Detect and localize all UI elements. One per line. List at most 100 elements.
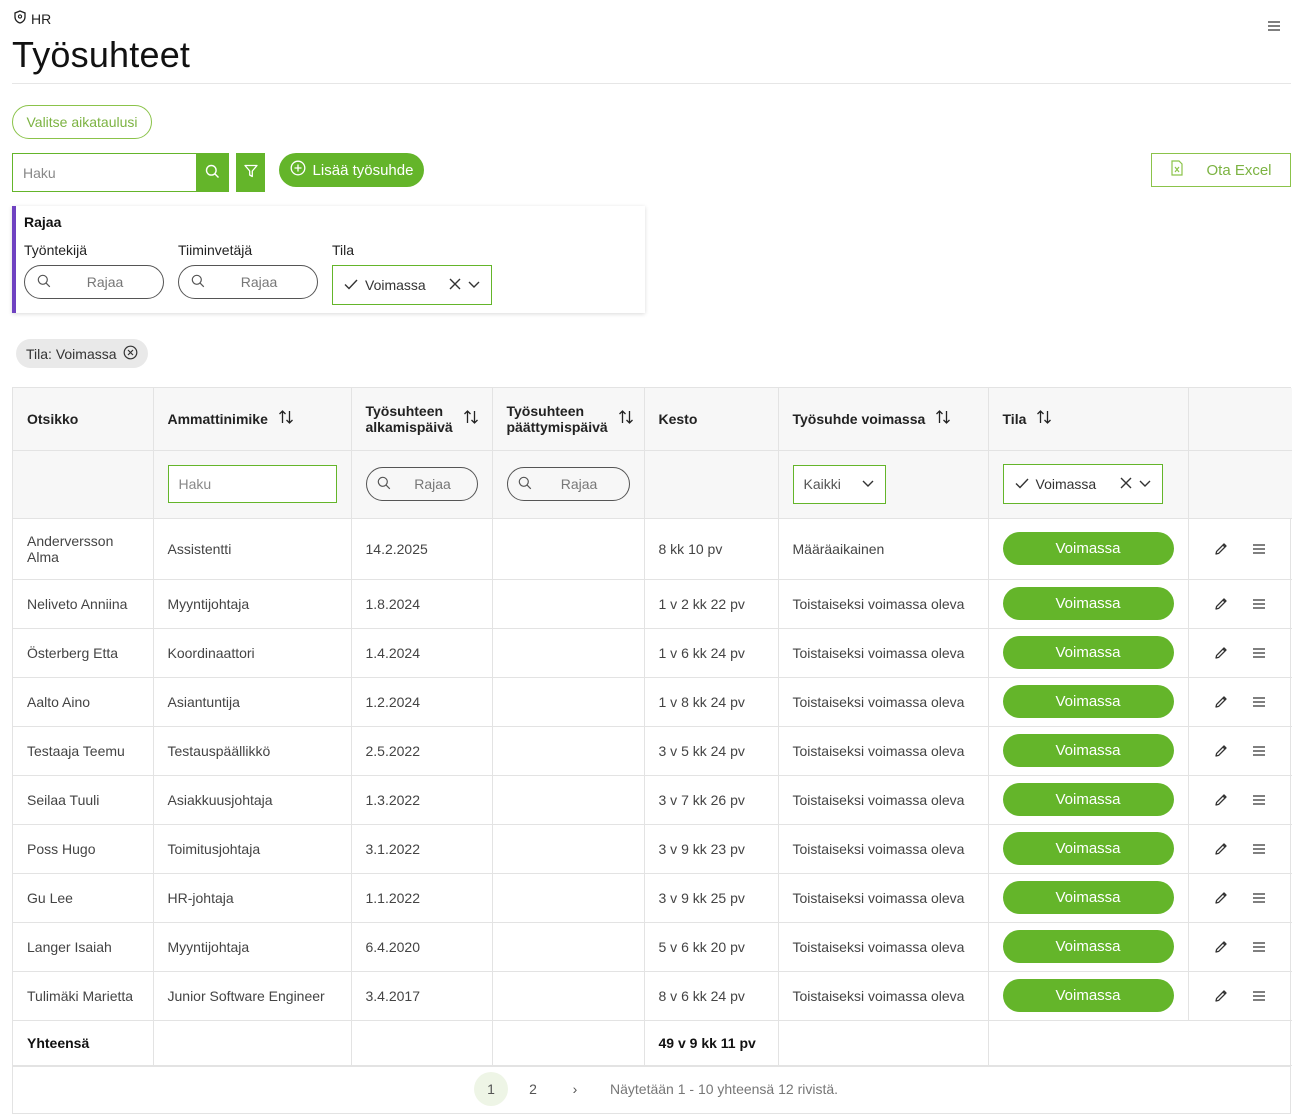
filter-panel: Rajaa Työntekijä Rajaa Tiiminvetäjä Raja… xyxy=(12,206,645,313)
contract-filter-select[interactable]: Kaikki xyxy=(792,464,886,504)
status-badge-button[interactable]: Voimassa xyxy=(1002,734,1174,767)
status-badge-button[interactable]: Voimassa xyxy=(1002,685,1174,718)
filter-toggle-button[interactable] xyxy=(236,153,265,192)
column-header-job[interactable]: Ammattinimike xyxy=(153,388,352,451)
clear-icon[interactable] xyxy=(1120,476,1132,492)
pencil-icon[interactable] xyxy=(1211,741,1231,761)
table-row[interactable]: Gu Lee HR-johtaja 1.1.2022 3 v 9 kk 25 pv To… xyxy=(13,873,1292,923)
table-row[interactable]: Anderversson Alma Assistentti 14.2.2025 8 k… xyxy=(13,518,1292,580)
hamburger-icon[interactable] xyxy=(1267,19,1281,33)
end-filter-input[interactable]: Rajaa xyxy=(506,467,630,501)
cell-start: 3.4.2017 xyxy=(351,971,493,1021)
row-menu-icon[interactable] xyxy=(1249,839,1269,859)
pencil-icon[interactable] xyxy=(1211,594,1231,614)
row-menu-icon[interactable] xyxy=(1249,986,1269,1006)
column-header-status[interactable]: Tila xyxy=(988,388,1189,451)
cell-actions xyxy=(1188,726,1292,776)
add-employment-button[interactable]: Lisää työsuhde xyxy=(279,153,424,187)
search-button[interactable] xyxy=(196,153,229,192)
filter-cell-status: Voimassa xyxy=(988,450,1189,519)
footer-cell xyxy=(778,1020,989,1066)
job-filter-input[interactable] xyxy=(167,465,337,503)
cell-status: Voimassa xyxy=(988,518,1189,580)
sort-icon[interactable] xyxy=(618,409,634,428)
next-page-button[interactable]: › xyxy=(558,1072,592,1106)
status-badge-button[interactable]: Voimassa xyxy=(1002,636,1174,669)
filter-icon xyxy=(243,164,258,181)
pencil-icon[interactable] xyxy=(1211,692,1231,712)
cell-contract: Toistaiseksi voimassa oleva xyxy=(778,824,989,874)
cell-end xyxy=(492,824,645,874)
status-badge-button[interactable]: Voimassa xyxy=(1002,532,1174,565)
column-header-contract[interactable]: Työsuhde voimassa xyxy=(778,388,989,451)
cell-status: Voimassa xyxy=(988,628,1189,678)
status-badge-button[interactable]: Voimassa xyxy=(1002,979,1174,1012)
team-lead-filter-input[interactable]: Rajaa xyxy=(178,265,318,299)
pencil-icon[interactable] xyxy=(1211,986,1231,1006)
column-header-status-label: Tila xyxy=(1002,410,1027,427)
table-row[interactable]: Tulimäki Marietta Junior Software Enginee… xyxy=(13,971,1292,1021)
sort-icon[interactable] xyxy=(935,409,951,428)
active-filter-chip: Tila: Voimassa xyxy=(16,339,148,368)
table-row[interactable]: Testaaja Teemu Testauspäällikkö 2.5.2022 3 … xyxy=(13,726,1292,776)
column-header-start[interactable]: Työsuhteen alkamispäivä xyxy=(351,388,493,451)
row-menu-icon[interactable] xyxy=(1249,790,1269,810)
footer-cell xyxy=(153,1020,352,1066)
table-row[interactable]: Aalto Aino Asiantuntija 1.2.2024 1 v 8 kk 2… xyxy=(13,677,1292,727)
pencil-icon[interactable] xyxy=(1211,643,1231,663)
page-button-2[interactable]: 2 xyxy=(516,1072,550,1106)
cell-name: Gu Lee xyxy=(13,873,154,923)
column-header-end[interactable]: Työsuhteen päättymispäivä xyxy=(492,388,645,451)
status-badge-button[interactable]: Voimassa xyxy=(1002,881,1174,914)
footer-total-label: Yhteensä xyxy=(13,1020,154,1066)
sort-icon[interactable] xyxy=(278,409,294,428)
cell-name: Tulimäki Marietta xyxy=(13,971,154,1021)
table-row[interactable]: Neliveto Anniina Myyntijohtaja 1.8.2024 1 v… xyxy=(13,579,1292,629)
cell-start: 3.1.2022 xyxy=(351,824,493,874)
status-filter-label: Tila xyxy=(332,242,355,258)
table-row[interactable]: Österberg Etta Koordinaattori 1.4.2024 1 v … xyxy=(13,628,1292,678)
cell-actions xyxy=(1188,579,1292,629)
status-badge-button[interactable]: Voimassa xyxy=(1002,832,1174,865)
cell-job: HR-johtaja xyxy=(153,873,352,923)
table-row[interactable]: Langer Isaiah Myyntijohtaja 6.4.2020 5 v 6 … xyxy=(13,922,1292,972)
pencil-icon[interactable] xyxy=(1211,839,1231,859)
status-badge-button[interactable]: Voimassa xyxy=(1002,930,1174,963)
sort-icon[interactable] xyxy=(1036,409,1052,428)
row-menu-icon[interactable] xyxy=(1249,741,1269,761)
pencil-icon[interactable] xyxy=(1211,539,1231,559)
select-schedule-button[interactable]: Valitse aikataulusi xyxy=(12,105,152,139)
pencil-icon[interactable] xyxy=(1211,888,1231,908)
chevron-down-icon[interactable] xyxy=(1138,476,1152,493)
table-status-filter-select[interactable]: Voimassa xyxy=(1002,464,1163,504)
table-row[interactable]: Seilaa Tuuli Asiakkuusjohtaja 1.3.2022 3 v … xyxy=(13,775,1292,825)
team-lead-filter-label: Tiiminvetäjä xyxy=(178,242,253,258)
cell-job: Junior Software Engineer xyxy=(153,971,352,1021)
chevron-down-icon[interactable] xyxy=(467,277,481,294)
sort-icon[interactable] xyxy=(463,409,479,428)
footer-cell xyxy=(351,1020,493,1066)
page-button-1[interactable]: 1 xyxy=(474,1071,508,1106)
status-badge-button[interactable]: Voimassa xyxy=(1002,783,1174,816)
start-filter-input[interactable]: Rajaa xyxy=(365,467,478,501)
row-menu-icon[interactable] xyxy=(1249,539,1269,559)
employment-table: Otsikko Ammattinimike Työsuhteen alkamis… xyxy=(12,387,1292,1067)
pencil-icon[interactable] xyxy=(1211,790,1231,810)
table-row[interactable]: Poss Hugo Toimitusjohtaja 3.1.2022 3 v 9 kk… xyxy=(13,824,1292,874)
search-input[interactable] xyxy=(12,153,196,192)
employee-filter-input[interactable]: Rajaa xyxy=(24,265,164,299)
status-filter-select[interactable]: Voimassa xyxy=(332,265,492,305)
clear-icon[interactable] xyxy=(449,277,461,293)
export-excel-button[interactable]: Ota Excel xyxy=(1151,153,1291,187)
shield-icon xyxy=(14,10,26,27)
row-menu-icon[interactable] xyxy=(1249,888,1269,908)
row-menu-icon[interactable] xyxy=(1249,692,1269,712)
close-circle-icon[interactable] xyxy=(123,345,138,363)
row-menu-icon[interactable] xyxy=(1249,643,1269,663)
pencil-icon[interactable] xyxy=(1211,937,1231,957)
footer-cell xyxy=(492,1020,645,1066)
cell-name: Seilaa Tuuli xyxy=(13,775,154,825)
row-menu-icon[interactable] xyxy=(1249,937,1269,957)
status-badge-button[interactable]: Voimassa xyxy=(1002,587,1174,620)
row-menu-icon[interactable] xyxy=(1249,594,1269,614)
